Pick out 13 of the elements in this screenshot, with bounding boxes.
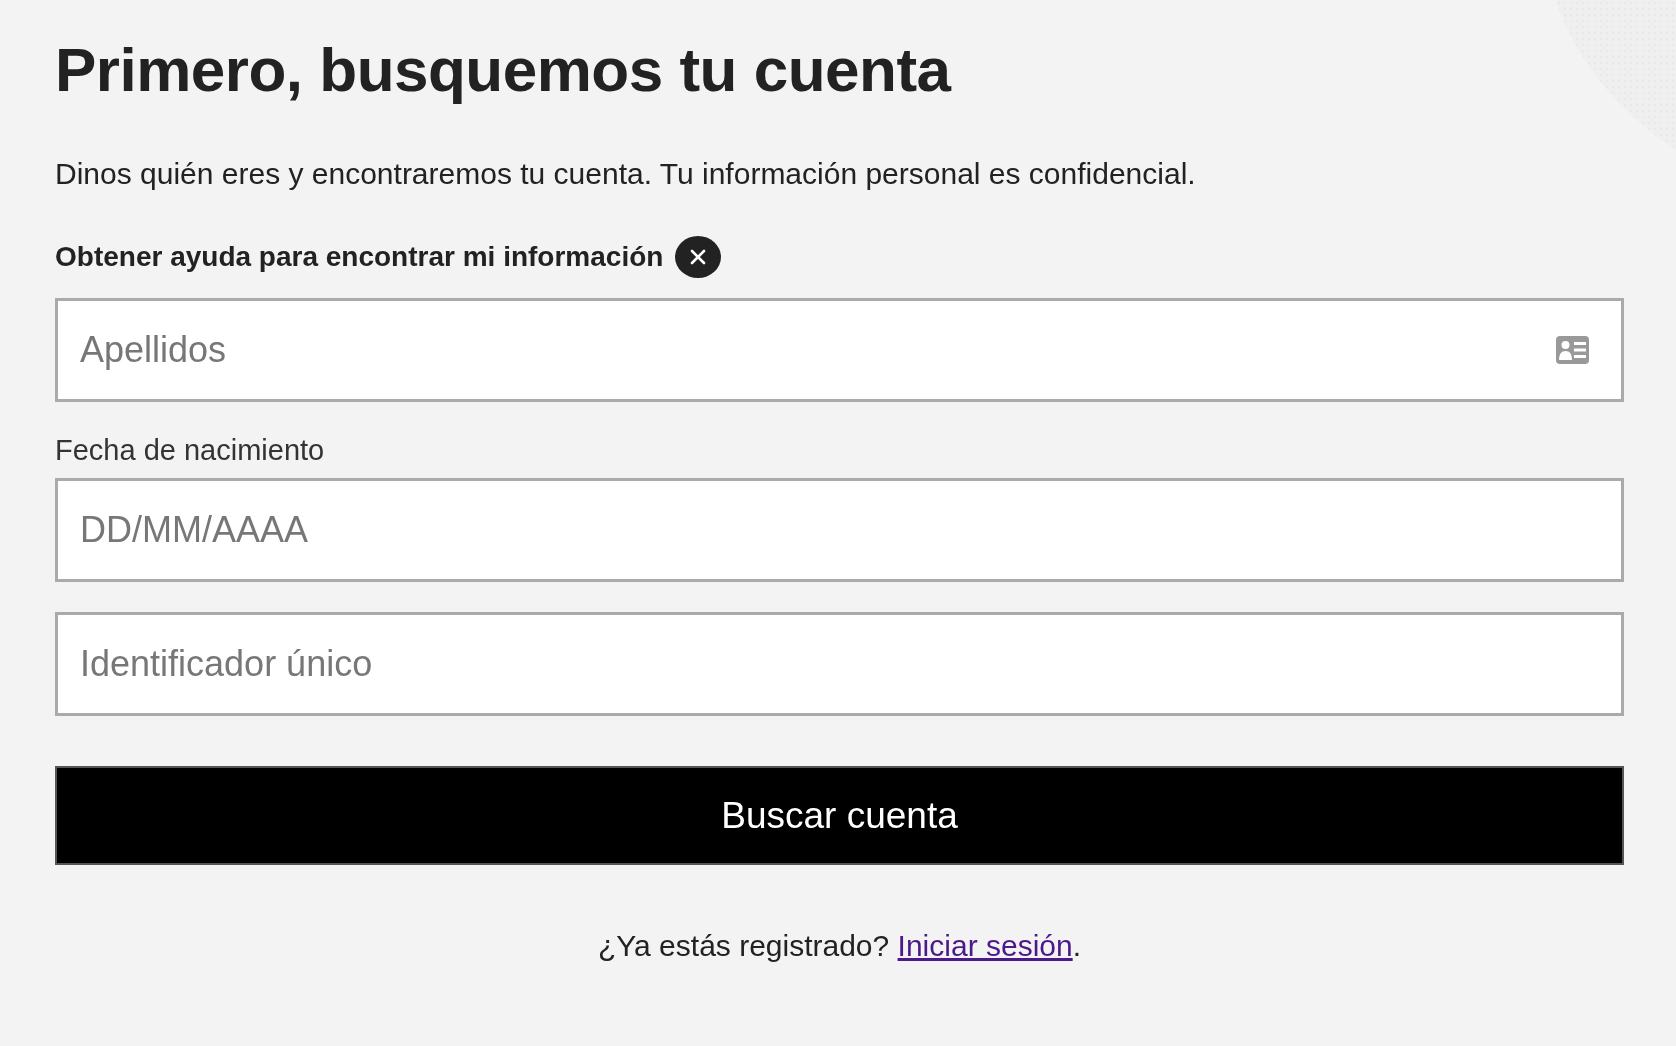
contact-card-icon bbox=[1556, 336, 1589, 364]
input-field[interactable]: DD/MM/AAAA bbox=[55, 478, 1624, 582]
page-title: Primero, busquemos tu cuenta bbox=[55, 34, 953, 106]
close-button[interactable] bbox=[675, 236, 722, 278]
help-label: Obtener ayuda para encontrar mi información bbox=[55, 241, 664, 273]
sign-in-prompt: ¿Ya estás registrado? Iniciar sesión. bbox=[597, 929, 1082, 963]
input-field[interactable]: Apellidos bbox=[55, 298, 1624, 402]
sign-in-link[interactable]: Iniciar sesión bbox=[897, 929, 1073, 962]
field-label: Fecha de nacimiento bbox=[55, 433, 326, 468]
intro-text: Dinos quién eres y encontraremos tu cuenta. Tu información personal es confidencial. bbox=[55, 156, 1197, 192]
close-icon bbox=[690, 249, 707, 265]
search-account-button[interactable]: Buscar cuenta bbox=[55, 766, 1624, 865]
input-field[interactable]: Identificador único bbox=[55, 612, 1624, 716]
